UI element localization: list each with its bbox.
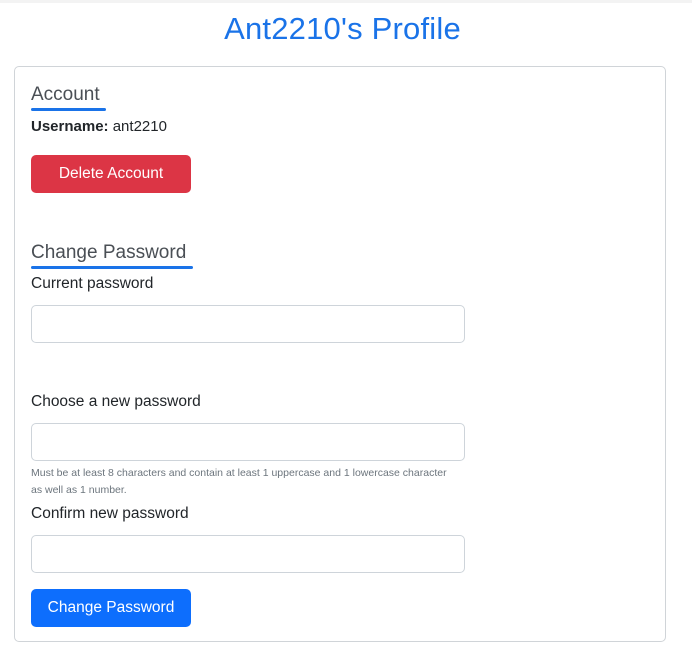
new-password-field[interactable]	[31, 423, 465, 461]
change-password-button[interactable]: Change Password	[31, 589, 191, 627]
confirm-password-field[interactable]	[31, 535, 465, 573]
username-value: ant2210	[112, 118, 167, 135]
profile-card: Account Username: ant2210 Delete Account…	[14, 66, 666, 642]
heading-underline	[31, 266, 193, 269]
username-label: Username:	[31, 118, 109, 135]
current-password-field[interactable]	[31, 305, 465, 343]
page-title: Ant2210's Profile	[224, 11, 461, 46]
current-password-label: Current password	[31, 275, 154, 292]
change-password-section-heading: Change Password	[31, 242, 193, 269]
username-row: Username: ant2210	[31, 118, 167, 135]
top-divider	[0, 0, 692, 3]
confirm-password-label: Confirm new password	[31, 505, 189, 522]
password-requirements-help: Must be at least 8 characters and contai…	[31, 467, 447, 496]
change-password-heading-text: Change Password	[31, 242, 187, 263]
heading-underline	[31, 108, 106, 111]
account-heading-text: Account	[31, 84, 100, 105]
delete-account-button[interactable]: Delete Account	[31, 155, 191, 193]
new-password-label: Choose a new password	[31, 393, 201, 410]
account-section-heading: Account	[31, 84, 106, 111]
